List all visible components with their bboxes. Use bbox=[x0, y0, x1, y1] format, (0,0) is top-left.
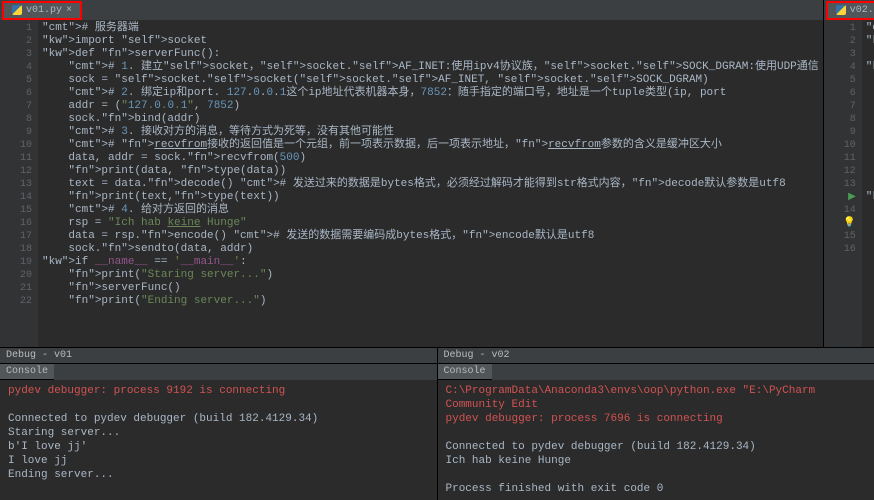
console-output[interactable]: pydev debugger: process 9192 is connecti… bbox=[0, 380, 437, 500]
line-gutter: 12345678910111213141516171819202122 bbox=[0, 20, 38, 347]
debug-right: Debug - v02 Console C:\ProgramData\Anaco… bbox=[437, 347, 874, 500]
close-icon[interactable]: × bbox=[66, 5, 72, 16]
tab-v02[interactable]: v02.py × bbox=[826, 1, 874, 20]
tab-label: v01.py bbox=[26, 5, 62, 16]
editor-left[interactable]: 12345678910111213141516171819202122 "cmt… bbox=[0, 20, 823, 347]
line-gutter: 12345678910111213▶ 14💡 1516 bbox=[824, 20, 862, 347]
tab-v01[interactable]: v01.py × bbox=[2, 1, 82, 20]
command-line: C:\ProgramData\Anaconda3\envs\oop\python… bbox=[446, 384, 867, 412]
debug-title: Debug - v01 bbox=[0, 348, 437, 364]
console-tab[interactable]: Console bbox=[0, 364, 54, 380]
right-pane: v02.py × 12345678910111213▶ 14💡 1516 "cm… bbox=[824, 0, 874, 347]
debug-left: Debug - v01 Console pydev debugger: proc… bbox=[0, 347, 437, 500]
editors-split: v01.py × 1234567891011121314151617181920… bbox=[0, 0, 874, 347]
code-area[interactable]: "cmt"># 服务器端"kw">import "self">socket"kw… bbox=[38, 20, 823, 347]
tab-bar-right: v02.py × bbox=[824, 0, 874, 20]
tab-label: v02.py bbox=[850, 5, 874, 16]
tab-bar-left: v01.py × bbox=[0, 0, 823, 20]
python-file-icon bbox=[836, 5, 846, 15]
debug-title: Debug - v02 bbox=[438, 348, 874, 364]
code-area[interactable]: "cmt"># 客户端Client"kw">import "self">sock… bbox=[862, 20, 874, 347]
left-pane: v01.py × 1234567891011121314151617181920… bbox=[0, 0, 824, 347]
editor-right[interactable]: 12345678910111213▶ 14💡 1516 "cmt"># 客户端C… bbox=[824, 20, 874, 347]
python-file-icon bbox=[12, 5, 22, 15]
console-output[interactable]: C:\ProgramData\Anaconda3\envs\oop\python… bbox=[438, 380, 874, 500]
console-tab[interactable]: Console bbox=[438, 364, 492, 380]
debug-split: Debug - v01 Console pydev debugger: proc… bbox=[0, 347, 874, 500]
